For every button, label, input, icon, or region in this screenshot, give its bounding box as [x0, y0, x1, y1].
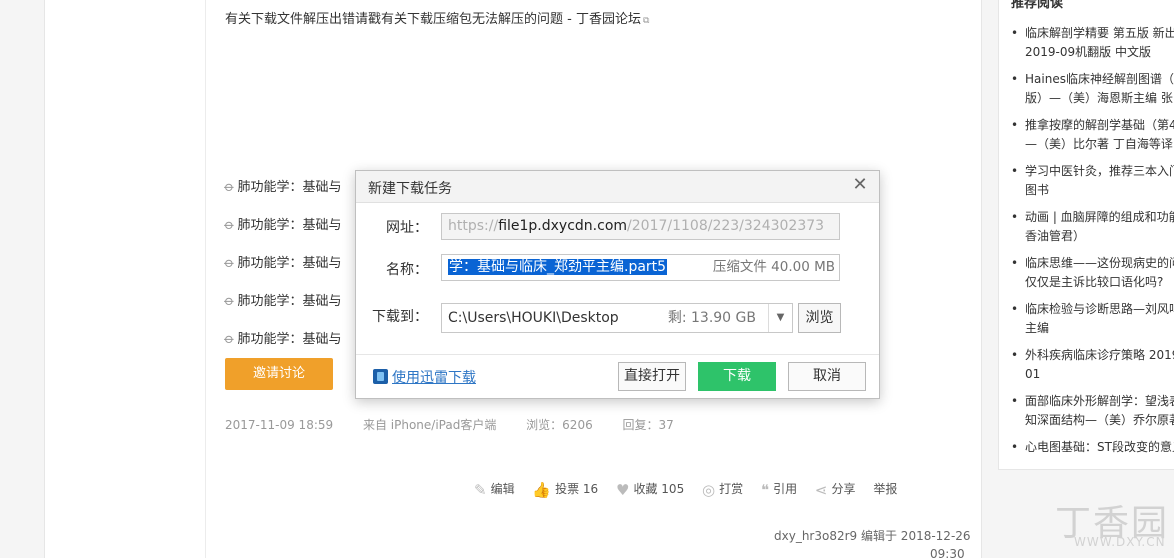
new-download-dialog: 新建下载任务 ✕ 网址： https://file1p.dxycdn.com/2… [355, 170, 880, 399]
post-date: 2017-11-09 18:59 [225, 418, 334, 432]
tip-action[interactable]: ◎ 打赏 [702, 480, 743, 499]
invite-discussion-button[interactable]: 邀请讨论 [225, 358, 333, 390]
edit-action[interactable]: ✎ 编辑 [474, 480, 515, 499]
watermark-url: WWW.DXY.CN [1074, 535, 1166, 549]
heart-icon: ♥ [616, 481, 630, 499]
chevron-down-icon[interactable]: ▼ [768, 304, 792, 332]
open-directly-button[interactable]: 直接打开 [618, 362, 686, 391]
sidebar-title: 推荐阅读 [1011, 0, 1064, 11]
attachment-item[interactable]: ⌀肺功能学：基础与 [221, 328, 342, 347]
share-icon: ⋖ [814, 481, 828, 499]
recommended-item[interactable]: 推拿按摩的解剖学基础（第4—（美）比尔著 丁自海等译 [1011, 116, 1174, 154]
collect-action[interactable]: ♥ 收藏 105 [616, 480, 684, 499]
recommended-item[interactable]: 动画 | 血脑屏障的组成和功能香油管君） [1011, 208, 1174, 246]
recommended-item[interactable]: 面部临床外形解剖学：望浅表知深面结构—（美）乔尔原著 [1011, 392, 1174, 430]
coin-icon: ◎ [702, 481, 716, 499]
page-left-margin [0, 0, 44, 558]
dialog-header: 新建下载任务 ✕ [356, 171, 879, 203]
recommended-item[interactable]: 学习中医针灸，推荐三本入门图书 [1011, 162, 1174, 200]
filename-value: 学：基础与临床_郑劲平主编.part5 [448, 259, 668, 275]
dialog-title: 新建下载任务 [368, 181, 452, 197]
filename-field[interactable]: 学：基础与临床_郑劲平主编.part5 压缩文件 40.00 MB [441, 254, 840, 281]
file-size: 压缩文件 40.00 MB [712, 259, 835, 275]
free-space: 剩: 13.90 GB [667, 310, 756, 326]
attachment-item[interactable]: ⌀肺功能学：基础与 [221, 214, 342, 233]
download-button[interactable]: 下载 [698, 362, 776, 391]
edit-time: 09:30 [930, 547, 965, 558]
dialog-divider [356, 354, 879, 355]
attachment-item[interactable]: ⌀肺功能学：基础与 [221, 252, 342, 271]
thumbs-up-icon: 👍 [532, 481, 552, 499]
unzip-help-link[interactable]: 有关下载文件解压出错请戳有关下载压缩包无法解压的问题 - 丁香园论坛 ⧉ [225, 8, 649, 27]
report-action[interactable]: 举报 [873, 480, 897, 497]
recommended-item[interactable]: 临床思维——这份现病史的问仅仅是主诉比较口语化吗? [1011, 254, 1174, 292]
quote-icon: ❝ [760, 481, 770, 499]
xunlei-download-link[interactable]: 使用迅雷下载 [373, 367, 476, 387]
recommended-sidebar: 推荐阅读 临床解剖学精要 第五版 新出2019-09机翻版 中文版 Haines… [998, 0, 1174, 470]
recommended-item[interactable]: 临床解剖学精要 第五版 新出2019-09机翻版 中文版 [1011, 24, 1174, 62]
attachment-item[interactable]: ⌀肺功能学：基础与 [221, 176, 342, 195]
close-icon[interactable]: ✕ [851, 176, 869, 194]
post-meta: 2017-11-09 18:59 来自 iPhone/iPad客户端 浏览：62… [225, 416, 700, 433]
xunlei-icon [373, 369, 388, 384]
share-action[interactable]: ⋖ 分享 [815, 480, 856, 499]
browse-button[interactable]: 浏览 [798, 303, 841, 333]
author-column-divider [205, 0, 206, 558]
cancel-button[interactable]: 取消 [788, 362, 866, 391]
save-dir-select[interactable]: C:\Users\HOUKI\Desktop 剩: 13.90 GB ▼ [441, 303, 793, 333]
recommended-item[interactable]: Haines临床神经解剖图谱（第版）—（美）海恩斯主编 张 [1011, 70, 1174, 108]
post-source: 来自 iPhone/iPad客户端 [362, 418, 497, 432]
recommended-list: 临床解剖学精要 第五版 新出2019-09机翻版 中文版 Haines临床神经解… [1011, 24, 1174, 465]
save-dir-label: 下载到： [372, 309, 428, 325]
save-dir-value: C:\Users\HOUKI\Desktop [448, 310, 619, 326]
view-count: 浏览：6206 [526, 418, 593, 432]
recommended-item[interactable]: 心电图基础：ST段改变的意义 [1011, 438, 1174, 457]
recommended-item[interactable]: 外科疾病临床诊疗策略 201901 [1011, 346, 1174, 384]
pencil-icon: ✎ [474, 481, 487, 499]
reply-count: 回复：37 [622, 418, 674, 432]
edit-note: dxy_hr3o82r9 编辑于 2018-12-26 [774, 529, 971, 543]
recommended-item[interactable]: 临床检验与诊断思路—刘风鸣主编 [1011, 300, 1174, 338]
quote-action[interactable]: ❝ 引用 [761, 480, 797, 499]
external-link-icon: ⧉ [642, 16, 650, 26]
post-action-bar: ✎ 编辑 👍 投票 16 ♥ 收藏 105 ◎ 打赏 ❝ 引用 ⋖ 分享 举报 [474, 480, 911, 499]
vote-action[interactable]: 👍 投票 16 [532, 480, 598, 499]
url-field[interactable]: https://file1p.dxycdn.com/2017/1108/223/… [441, 213, 840, 240]
name-label: 名称： [386, 262, 428, 278]
url-label: 网址： [386, 220, 428, 236]
attachment-item[interactable]: ⌀肺功能学：基础与 [221, 290, 342, 309]
